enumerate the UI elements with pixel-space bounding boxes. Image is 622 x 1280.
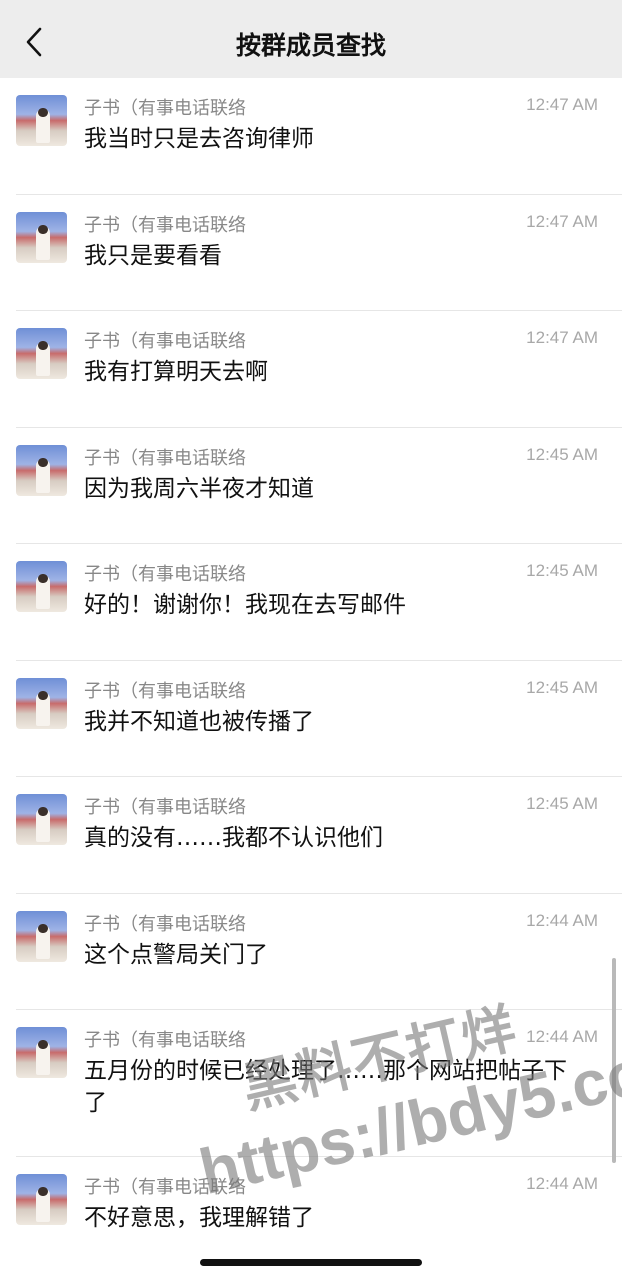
message-time: 12:45 AM bbox=[526, 561, 598, 580]
list-item[interactable]: 子书（有事电话联络 12:45 AM 因为我周六半夜才知道 bbox=[0, 428, 622, 544]
message-list[interactable]: 子书（有事电话联络 12:47 AM 我当时只是去咨询律师 子书（有事电话联络 … bbox=[0, 78, 622, 1274]
sender-name: 子书（有事电话联络 bbox=[84, 1030, 246, 1051]
message-time: 12:44 AM bbox=[526, 1174, 598, 1193]
scrollbar[interactable] bbox=[612, 958, 616, 1163]
list-item[interactable]: 子书（有事电话联络 12:45 AM 好的！谢谢你！我现在去写邮件 bbox=[0, 544, 622, 661]
sender-name: 子书（有事电话联络 bbox=[84, 331, 246, 352]
list-item[interactable]: 子书（有事电话联络 12:45 AM 真的没有……我都不认识他们 bbox=[0, 777, 622, 894]
avatar[interactable] bbox=[16, 910, 67, 962]
message-text: 五月份的时候已经处理了……那个网站把帖子下了 bbox=[84, 1058, 567, 1116]
sender-name: 子书（有事电话联络 bbox=[84, 680, 246, 702]
sender-name: 子书（有事电话联络 bbox=[84, 1177, 246, 1198]
message-time: 12:47 AM bbox=[526, 95, 598, 114]
message-text: 真的没有……我都不认识他们 bbox=[84, 825, 383, 851]
message-text: 不好意思，我理解错了 bbox=[84, 1205, 314, 1231]
avatar[interactable] bbox=[16, 1027, 67, 1078]
sender-name: 子书（有事电话联络 bbox=[84, 98, 246, 119]
sender-name: 子书（有事电话联络 bbox=[84, 214, 246, 236]
avatar[interactable] bbox=[16, 677, 67, 729]
list-item[interactable]: 子书（有事电话联络 12:47 AM 我有打算明天去啊 bbox=[0, 311, 622, 428]
message-time: 12:45 AM bbox=[526, 677, 598, 697]
message-time: 12:44 AM bbox=[526, 910, 598, 930]
page-title: 按群成员查找 bbox=[235, 31, 386, 60]
message-time: 12:44 AM bbox=[526, 1027, 598, 1046]
message-time: 12:47 AM bbox=[526, 328, 598, 347]
message-text: 这个点警局关门了 bbox=[84, 941, 268, 968]
avatar[interactable] bbox=[16, 328, 67, 379]
avatar[interactable] bbox=[16, 561, 67, 612]
list-item[interactable]: 子书（有事电话联络 12:44 AM 这个点警局关门了 bbox=[0, 894, 622, 1010]
message-text: 我并不知道也被传播了 bbox=[84, 708, 314, 735]
sender-name: 子书（有事电话联络 bbox=[84, 797, 246, 818]
message-time: 12:47 AM bbox=[526, 211, 598, 231]
avatar[interactable] bbox=[16, 794, 67, 845]
sender-name: 子书（有事电话联络 bbox=[84, 447, 246, 469]
avatar[interactable] bbox=[16, 444, 67, 496]
list-item[interactable]: 子书（有事电话联络 12:44 AM 五月份的时候已经处理了……那个网站把帖子下… bbox=[0, 1010, 622, 1157]
list-item[interactable]: 子书（有事电话联络 12:47 AM 我只是要看看 bbox=[0, 195, 622, 311]
list-item[interactable]: 子书（有事电话联络 12:47 AM 我当时只是去咨询律师 bbox=[0, 78, 622, 195]
avatar[interactable] bbox=[16, 1174, 67, 1225]
message-text: 好的！谢谢你！我现在去写邮件 bbox=[84, 592, 406, 618]
message-text: 我当时只是去咨询律师 bbox=[84, 126, 314, 152]
sender-name: 子书（有事电话联络 bbox=[84, 564, 246, 585]
avatar[interactable] bbox=[16, 211, 67, 263]
avatar[interactable] bbox=[16, 95, 67, 146]
message-text: 我有打算明天去啊 bbox=[84, 359, 268, 385]
message-time: 12:45 AM bbox=[526, 444, 598, 464]
message-time: 12:45 AM bbox=[526, 794, 598, 813]
list-item[interactable]: 子书（有事电话联络 12:44 AM 不好意思，我理解错了 bbox=[0, 1157, 622, 1274]
home-indicator[interactable] bbox=[200, 1259, 422, 1266]
sender-name: 子书（有事电话联络 bbox=[84, 913, 246, 935]
message-text: 我只是要看看 bbox=[84, 242, 222, 269]
list-item[interactable]: 子书（有事电话联络 12:45 AM 我并不知道也被传播了 bbox=[0, 661, 622, 777]
message-text: 因为我周六半夜才知道 bbox=[84, 475, 314, 502]
navigation-bar: 按群成员查找 bbox=[0, 0, 622, 78]
